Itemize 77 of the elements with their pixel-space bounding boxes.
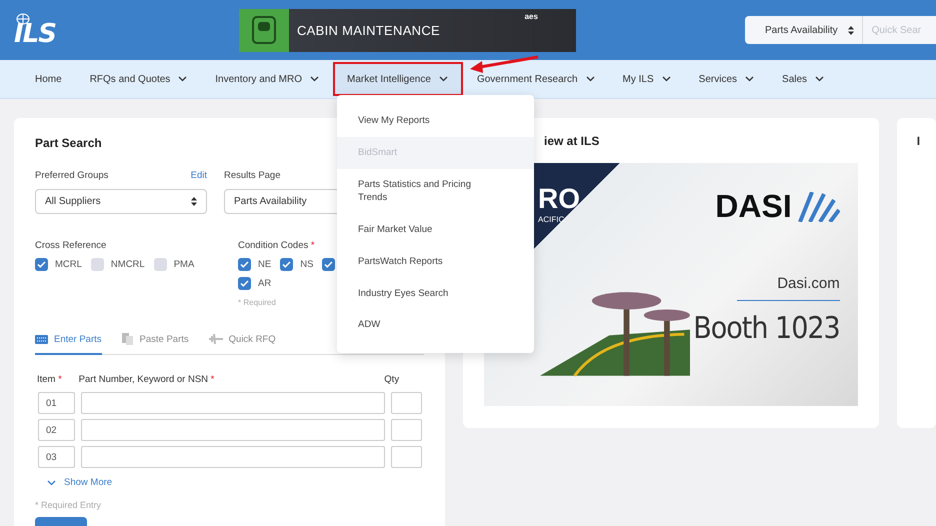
checkbox-label: AR xyxy=(258,278,272,289)
event-subtitle: ACIFIC xyxy=(538,215,564,224)
edit-link[interactable]: Edit xyxy=(190,170,207,181)
checkbox-label: MCRL xyxy=(55,259,82,270)
card-title: I xyxy=(916,134,920,148)
item-number-field[interactable]: 02 xyxy=(38,419,75,441)
field-label: Condition Codes * xyxy=(238,240,315,251)
preferred-groups-select[interactable]: All Suppliers xyxy=(35,189,207,214)
nav-item[interactable]: Inventory and MRO xyxy=(201,62,333,96)
ils-logo[interactable]: ILS xyxy=(14,13,61,47)
column-header: Part Number, Keyword or NSN * xyxy=(78,374,216,385)
menu-item[interactable]: View My Reports xyxy=(337,105,534,137)
annotation-arrow xyxy=(468,53,540,75)
ad-headline: CABIN MAINTENANCE xyxy=(296,22,440,38)
checkbox[interactable] xyxy=(322,258,336,271)
chevron-down-icon xyxy=(310,76,319,82)
item-number-field[interactable]: 03 xyxy=(38,446,75,468)
event-logo-text: RO xyxy=(538,185,580,213)
checkbox[interactable] xyxy=(35,258,48,271)
nav-item[interactable]: Market Intelligence xyxy=(333,62,463,96)
part-number-field[interactable] xyxy=(81,446,385,468)
chevron-down-icon xyxy=(815,76,824,82)
stripes-icon xyxy=(798,192,840,222)
field-label: Results Page xyxy=(224,170,281,181)
nav-item[interactable]: Services xyxy=(684,62,768,96)
chevron-down-icon xyxy=(438,76,448,82)
part-number-field[interactable] xyxy=(81,419,385,441)
column-header: Item * xyxy=(37,374,63,385)
required-entry-note: * Required Entry xyxy=(35,500,102,510)
tab[interactable]: Paste Parts xyxy=(122,333,189,355)
tab[interactable]: Enter Parts xyxy=(35,333,102,355)
nav-item[interactable]: RFQs and Quotes xyxy=(76,62,202,96)
search-button[interactable] xyxy=(35,517,87,526)
checkbox-label: NS xyxy=(300,259,314,270)
required-note: * Required xyxy=(238,298,277,307)
ad-image[interactable]: RO ACIFIC DASI Dasi.com Booth 1023 xyxy=(484,163,858,406)
checkbox[interactable] xyxy=(238,258,251,271)
checkbox-label: NE xyxy=(258,259,272,270)
chevron-down-icon xyxy=(745,76,754,82)
cabin-door-icon xyxy=(250,15,277,45)
keyboard-icon xyxy=(35,334,48,344)
chevron-down-icon xyxy=(178,76,188,82)
show-more-link[interactable]: Show More xyxy=(47,477,424,488)
field-label: Preferred Groups xyxy=(35,170,108,181)
nav-item[interactable]: Government Research xyxy=(462,62,609,96)
ad-banner[interactable]: CABIN MAINTENANCE aes xyxy=(238,8,576,52)
ad-brand: aes xyxy=(524,12,538,20)
tab[interactable]: Quick RFQ xyxy=(208,333,276,355)
item-number-field[interactable]: 01 xyxy=(38,392,75,414)
chevron-down-icon xyxy=(586,76,595,82)
card-title: Part Search xyxy=(35,136,103,150)
checkbox[interactable] xyxy=(154,258,167,271)
card-title: iew at ILS xyxy=(543,134,600,148)
website-text: Dasi.com xyxy=(737,275,840,301)
nav-item[interactable]: My ILS xyxy=(608,62,685,96)
qty-field[interactable] xyxy=(391,392,422,414)
nav-item[interactable]: Sales xyxy=(768,62,838,96)
airplane-icon xyxy=(208,333,223,345)
checkbox[interactable] xyxy=(280,258,294,271)
chevron-down-icon xyxy=(662,76,671,82)
checkbox-label: NMCRL xyxy=(110,259,145,270)
qty-field[interactable] xyxy=(391,446,422,468)
checkbox[interactable] xyxy=(90,258,104,271)
brand-logo-text: DASI xyxy=(715,188,792,225)
checkbox-label: PMA xyxy=(174,259,194,270)
field-label: Cross Reference xyxy=(35,240,106,251)
nav-item[interactable]: Home xyxy=(21,62,76,96)
sort-arrows-icon xyxy=(191,197,197,206)
column-header: Qty xyxy=(384,374,400,385)
chevron-down-icon xyxy=(47,480,56,486)
part-number-field[interactable] xyxy=(81,392,385,414)
search-type-select[interactable]: Parts Availability xyxy=(745,16,863,44)
checkbox[interactable] xyxy=(238,277,251,290)
qty-field[interactable] xyxy=(391,419,422,441)
documents-icon xyxy=(122,333,134,345)
sort-arrows-icon xyxy=(848,26,854,34)
booth-text: Booth 1023 xyxy=(693,311,840,346)
